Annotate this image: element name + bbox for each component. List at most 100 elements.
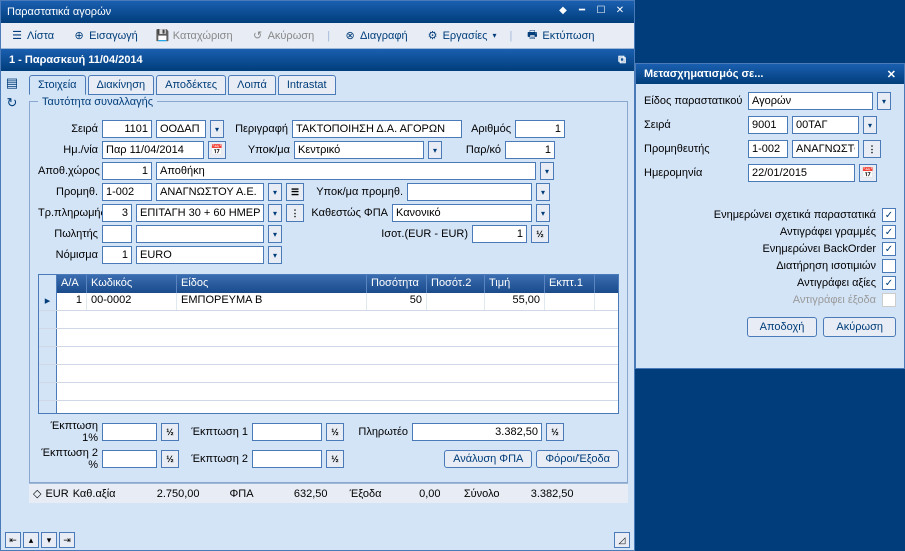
nav-last[interactable]: ⇥ [59, 532, 75, 548]
tab-intrastat[interactable]: Intrastat [278, 75, 336, 95]
tab-diakinisi[interactable]: Διακίνηση [88, 75, 155, 95]
taxes-button[interactable]: Φόροι/Έξοδα [536, 450, 619, 468]
num-input[interactable] [515, 120, 565, 138]
grid-body[interactable]: ▸ 1 00-0002 ΕΜΠΟΡΕΥΜΑ Β 50 55,00 [39, 293, 618, 413]
vat-analysis-button[interactable]: Ανάλυση ΦΠΑ [444, 450, 532, 468]
iso-half-btn[interactable]: ½ [531, 225, 549, 243]
currency-code-input[interactable] [102, 246, 132, 264]
pin-icon[interactable]: ◆ [555, 5, 571, 19]
wh-name-input[interactable] [156, 162, 536, 180]
close-icon[interactable]: ✕ [612, 5, 628, 19]
disc2-half[interactable]: ½ [326, 450, 344, 468]
maximize-icon[interactable]: ☐ [593, 5, 609, 19]
tp-series-name[interactable] [792, 116, 859, 134]
col-aa[interactable]: Α/Α [57, 275, 87, 293]
tab-stoixeia[interactable]: Στοιχεία [29, 75, 86, 95]
series-name-input[interactable] [156, 120, 206, 138]
chk-keep-rates[interactable] [882, 259, 896, 273]
pay-dd[interactable]: ▾ [268, 204, 282, 222]
copy-icon[interactable]: ⧉ [618, 54, 626, 67]
calendar-icon[interactable]: 📅 [208, 141, 226, 159]
date-input[interactable] [102, 141, 204, 159]
list-button[interactable]: ☰Λίστα [5, 27, 59, 45]
supplier-branch-input[interactable] [407, 183, 532, 201]
pay-name-input[interactable] [136, 204, 264, 222]
col-d1[interactable]: Εκπτ.1 [545, 275, 595, 293]
vat-input[interactable] [392, 204, 532, 222]
grid-row[interactable]: ▸ 1 00-0002 ΕΜΠΟΡΕΥΜΑ Β 50 55,00 [39, 293, 618, 311]
wh-dd[interactable]: ▾ [540, 162, 554, 180]
disc2-input[interactable] [252, 450, 322, 468]
seller-code-input[interactable] [102, 225, 132, 243]
disc1-input[interactable] [252, 423, 322, 441]
tp-series-dd[interactable]: ▾ [863, 116, 877, 134]
currency-dd[interactable]: ▾ [268, 246, 282, 264]
col-qty2[interactable]: Ποσότ.2 [427, 275, 485, 293]
payamt-input[interactable] [412, 423, 542, 441]
col-kind[interactable]: Είδος [177, 275, 367, 293]
vat-dd[interactable]: ▾ [536, 204, 550, 222]
parko-input[interactable] [505, 141, 555, 159]
delete-button[interactable]: ⊗Διαγραφή [338, 27, 413, 45]
col-code[interactable]: Κωδικός [87, 275, 177, 293]
desc-input[interactable] [292, 120, 462, 138]
seller-dd[interactable]: ▾ [268, 225, 282, 243]
nav-first[interactable]: ⇤ [5, 532, 21, 548]
cancel-button[interactable]: Ακύρωση [823, 317, 896, 337]
supplier-name-input[interactable] [156, 183, 264, 201]
tp-supplier-dots[interactable]: ⋮ [863, 140, 881, 158]
seller-name-input[interactable] [136, 225, 264, 243]
currency-name-input[interactable] [136, 246, 264, 264]
pay-code-input[interactable] [102, 204, 132, 222]
chk-copy-values[interactable] [882, 276, 896, 290]
wh-code-input[interactable] [102, 162, 152, 180]
chk-backorder[interactable] [882, 242, 896, 256]
tp-kind-input[interactable] [748, 92, 873, 110]
grid-row[interactable] [39, 329, 618, 347]
grid-row[interactable] [39, 347, 618, 365]
nav-resize[interactable]: ◿ [614, 532, 630, 548]
series-code-input[interactable] [102, 120, 152, 138]
insert-button[interactable]: ⊕Εισαγωγή [67, 27, 143, 45]
print-button[interactable]: 🖶Εκτύπωση [520, 27, 599, 45]
refresh-icon[interactable]: ↻ [4, 95, 20, 111]
grid-row[interactable] [39, 311, 618, 329]
doc-icon[interactable]: ▤ [4, 75, 20, 91]
chk-update-rel[interactable] [882, 208, 896, 222]
disc1-half[interactable]: ½ [326, 423, 344, 441]
disc2p-half[interactable]: ½ [161, 450, 179, 468]
series-dd[interactable]: ▾ [210, 120, 224, 138]
chk-copy-lines[interactable] [882, 225, 896, 239]
tp-date-input[interactable] [748, 164, 855, 182]
accept-button[interactable]: Αποδοχή [747, 317, 818, 337]
tab-apodektes[interactable]: Αποδέκτες [156, 75, 226, 95]
disc1p-input[interactable] [102, 423, 157, 441]
transform-close-icon[interactable]: ✕ [887, 68, 896, 81]
nav-down[interactable]: ▾ [41, 532, 57, 548]
tp-supplier-name[interactable] [792, 140, 859, 158]
disc2p-input[interactable] [102, 450, 157, 468]
tp-calendar-icon[interactable]: 📅 [859, 164, 877, 182]
iso-input[interactable] [472, 225, 527, 243]
supplier-dd[interactable]: ▾ [268, 183, 282, 201]
minimize-icon[interactable]: ━ [574, 5, 590, 19]
grid-row[interactable] [39, 401, 618, 413]
grid-row[interactable] [39, 383, 618, 401]
tp-supplier-code[interactable] [748, 140, 788, 158]
branch-dd[interactable]: ▾ [428, 141, 442, 159]
pay-dots[interactable]: ⋮ [286, 204, 304, 222]
col-price[interactable]: Τιμή [485, 275, 545, 293]
branch-input[interactable] [294, 141, 424, 159]
tab-loipa[interactable]: Λοιπά [228, 75, 276, 95]
supplier-code-input[interactable] [102, 183, 152, 201]
supplier-branch-dd[interactable]: ▾ [536, 183, 550, 201]
disc1p-half[interactable]: ½ [161, 423, 179, 441]
payamt-half[interactable]: ½ [546, 423, 564, 441]
tasks-button[interactable]: ⚙Εργασίες [421, 27, 502, 45]
nav-up[interactable]: ▴ [23, 532, 39, 548]
tp-series-code[interactable] [748, 116, 788, 134]
tp-kind-dd[interactable]: ▾ [877, 92, 891, 110]
grid-row[interactable] [39, 365, 618, 383]
col-qty[interactable]: Ποσότητα [367, 275, 427, 293]
supplier-view[interactable]: ☰ [286, 183, 304, 201]
